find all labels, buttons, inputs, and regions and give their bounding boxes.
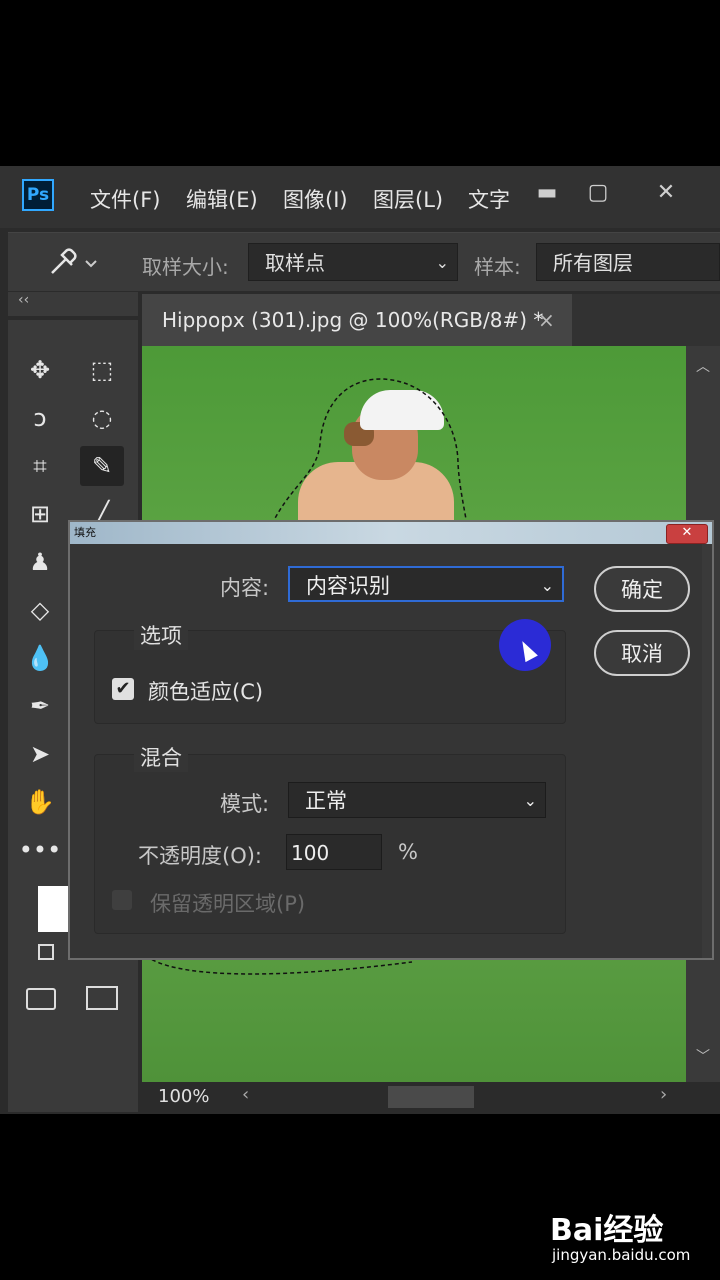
eyedropper-icon[interactable]: ✎ — [80, 446, 124, 486]
preserve-transparency-checkbox[interactable] — [112, 890, 132, 910]
sample-value: 所有图层 — [553, 251, 633, 275]
dialog-title: 填充 — [74, 526, 96, 539]
move-icon[interactable]: ✥ — [18, 350, 62, 390]
status-bar: 100% ‹ › — [142, 1082, 720, 1112]
menu-bar: Ps 文件(F) 编辑(E) 图像(I) 图层(L) 文字 ▬ ▢ ✕ — [0, 166, 720, 228]
menu-edit[interactable]: 编辑(E) — [186, 184, 258, 214]
zoom-level[interactable]: 100% — [158, 1086, 209, 1107]
opacity-input[interactable]: 100 — [286, 834, 382, 870]
scroll-left-icon[interactable]: ‹ — [242, 1084, 249, 1105]
mode-label: 模式: — [220, 792, 270, 816]
sample-select[interactable]: 所有图层 — [536, 243, 720, 281]
ps-logo: Ps — [22, 179, 54, 211]
screen-mode-icon[interactable] — [86, 986, 118, 1010]
sample-size-select[interactable]: 取样点 ⌄ — [248, 243, 458, 281]
hand-icon[interactable]: ✋ — [18, 782, 62, 822]
scroll-right-icon[interactable]: › — [660, 1084, 667, 1105]
options-bar: 取样大小: 取样点 ⌄ 样本: 所有图层 — [8, 232, 720, 291]
quick-select-icon[interactable]: ◌ — [80, 398, 124, 438]
menu-type[interactable]: 文字 — [468, 184, 510, 214]
dialog-scrollbar[interactable] — [702, 544, 712, 958]
sample-size-label: 取样大小: — [142, 255, 229, 279]
color-adapt-label: 颜色适应(C) — [148, 680, 264, 704]
foreground-color-swatch[interactable] — [38, 886, 70, 932]
watermark-url: jingyan.baidu.com — [552, 1246, 691, 1264]
panel-collapse-button[interactable]: ‹‹ — [8, 292, 138, 316]
scroll-up-icon[interactable]: ︿ — [696, 356, 710, 376]
content-select[interactable]: 内容识别 ⌄ — [288, 566, 564, 602]
default-colors-icon[interactable] — [38, 944, 54, 960]
blend-title: 混合 — [134, 742, 188, 772]
document-tab[interactable]: Hippopx (301).jpg @ 100%(RGB/8#) * × — [142, 294, 572, 346]
patch-icon[interactable]: ⊞ — [18, 494, 62, 534]
menu-image[interactable]: 图像(I) — [283, 184, 348, 214]
chevron-down-icon: ⌄ — [540, 576, 554, 595]
more-icon[interactable]: ••• — [18, 830, 62, 870]
close-window-button[interactable]: ✕ — [646, 176, 686, 210]
menu-file[interactable]: 文件(F) — [90, 184, 160, 214]
lasso-icon[interactable]: ↄ — [18, 398, 62, 438]
restore-button[interactable]: ▢ — [578, 176, 618, 210]
eraser-icon[interactable]: ◇ — [18, 590, 62, 630]
baidu-jingyan-logo: Bai经验 — [550, 1213, 664, 1248]
eyedropper-icon — [51, 248, 97, 274]
marquee-icon[interactable]: ⬚ — [80, 350, 124, 390]
opacity-value: 100 — [291, 841, 330, 865]
content-value: 内容识别 — [306, 574, 390, 598]
ok-button[interactable]: 确定 — [594, 566, 690, 612]
quick-mask-icon[interactable] — [26, 988, 56, 1010]
horizontal-scroll-thumb[interactable] — [388, 1086, 474, 1108]
preserve-transparency-label: 保留透明区域(P) — [150, 892, 306, 916]
eyedropper-tool-preset[interactable] — [44, 245, 100, 279]
close-tab-icon[interactable]: × — [538, 294, 555, 346]
scroll-down-icon[interactable]: ﹀ — [696, 1046, 710, 1066]
sample-label: 样本: — [474, 255, 521, 279]
mode-value: 正常 — [305, 789, 347, 813]
blur-icon[interactable]: 💧 — [18, 638, 62, 678]
cancel-button[interactable]: 取消 — [594, 630, 690, 676]
crop-icon[interactable]: ⌗ — [18, 446, 62, 486]
dialog-title-bar: 填充 ✕ — [70, 522, 712, 544]
mode-select[interactable]: 正常 ⌄ — [288, 782, 546, 818]
path-select-icon[interactable]: ➤ — [18, 734, 62, 774]
sample-size-value: 取样点 — [265, 251, 325, 275]
pen-icon[interactable]: ✒ — [18, 686, 62, 726]
content-label: 内容: — [220, 576, 270, 600]
dialog-close-button[interactable]: ✕ — [666, 524, 708, 544]
chevron-down-icon: ⌄ — [523, 791, 537, 810]
fill-dialog: 填充 ✕ 内容: 内容识别 ⌄ 选项 ✔ 颜色适应(C) 混合 模式: 正常 ⌄… — [68, 520, 714, 960]
chevron-down-icon: ⌄ — [435, 253, 449, 272]
stamp-icon[interactable]: ♟ — [18, 542, 62, 582]
menu-layer[interactable]: 图层(L) — [373, 184, 443, 214]
opacity-label: 不透明度(O): — [138, 844, 262, 868]
options-title: 选项 — [134, 620, 188, 650]
minimize-button[interactable]: ▬ — [527, 176, 567, 210]
document-title: Hippopx (301).jpg @ 100%(RGB/8#) * — [162, 308, 544, 332]
color-adapt-checkbox[interactable]: ✔ — [112, 678, 134, 700]
opacity-unit: % — [398, 840, 418, 864]
